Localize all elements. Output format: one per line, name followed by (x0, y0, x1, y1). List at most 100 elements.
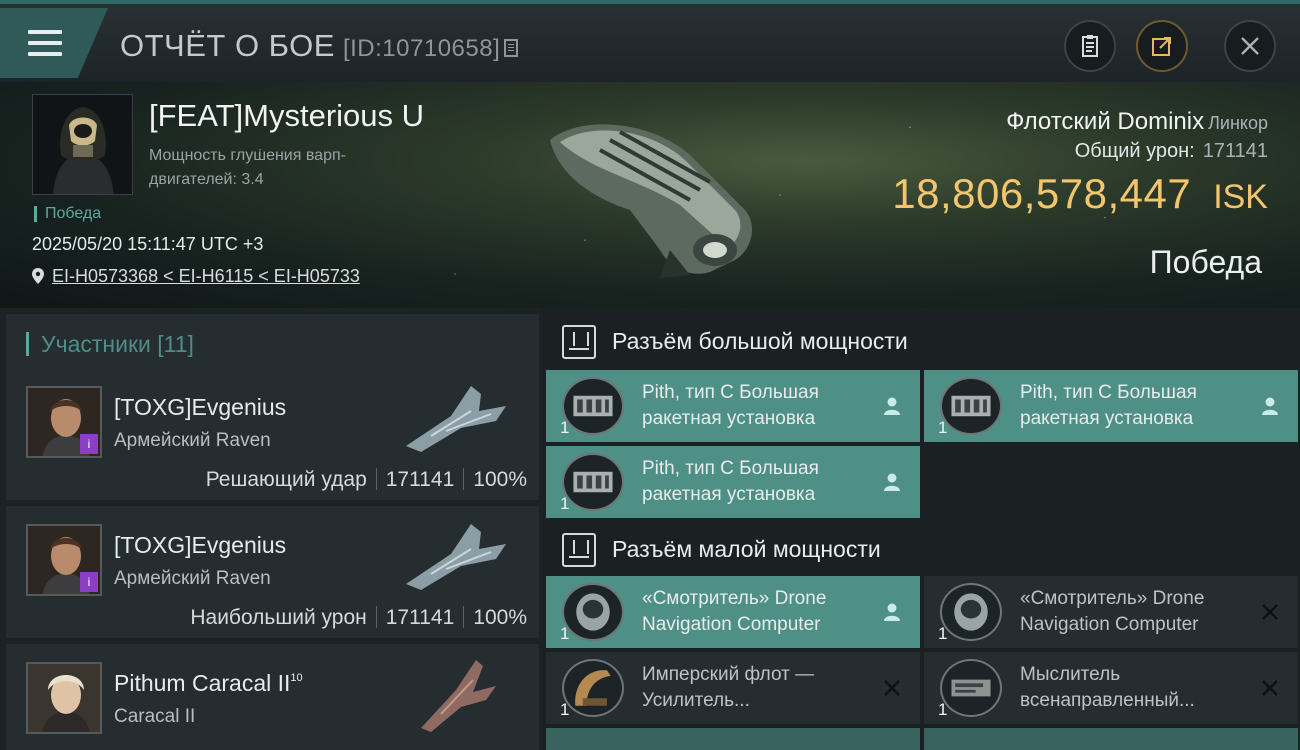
module-name: Pith, тип C Большая ракетная установка (642, 458, 819, 505)
victim-ship-image (550, 124, 753, 278)
module-quantity: 1 (938, 700, 948, 719)
isk-amount: 18,806,578,447 (892, 170, 1192, 217)
share-button[interactable] (1136, 20, 1188, 72)
top-bar: ОТЧЁТ О БОЕ [ID:10710658] (0, 0, 1300, 82)
victim-portrait[interactable] (32, 94, 133, 195)
participant-ship: Армейский Raven (114, 568, 271, 589)
module-name: Pith, тип C Большая ракетная установка (642, 382, 819, 429)
pilot-avatar (33, 95, 132, 194)
corp-badge-icon: i (80, 572, 98, 592)
participant-damage: 171141 (385, 606, 455, 629)
low-slot-icon (562, 533, 596, 567)
divider (463, 606, 465, 628)
kill-datetime: 2025/05/20 15:11:47 UTC +3 (32, 234, 264, 254)
module-quantity: 1 (938, 418, 948, 437)
total-damage-value: 171141 (1202, 140, 1268, 162)
thinker-module-icon (940, 659, 1002, 717)
high-slot-title: Разъём большой мощности (612, 328, 908, 354)
participant-level: 10 (290, 672, 303, 684)
participant-portrait (28, 664, 100, 732)
total-damage: Общий урон: 171141 (1075, 140, 1268, 163)
launcher-module-icon (562, 453, 624, 511)
module-quantity: 1 (560, 418, 570, 437)
participant-card[interactable]: i [TOXG]Evgenius Армейский Raven Наиболь… (6, 506, 539, 638)
participant-name: [TOXG]Evgenius (114, 532, 287, 558)
module-quantity: 1 (560, 494, 570, 513)
low-slot-section-header: Разъём малой мощности (542, 520, 1300, 578)
victory-tag: Победа (34, 206, 101, 222)
isk-value: 18,806,578,447 ISK (892, 170, 1268, 218)
fitted-person-icon (1262, 397, 1278, 415)
battle-outcome: Победа (1149, 244, 1262, 280)
module-name: Мыслитель всенаправленный... (1020, 664, 1195, 711)
module-slot[interactable]: 1 Pith, тип C Большая ракетная установка (546, 370, 920, 442)
participant-avatar: i (26, 524, 102, 596)
participant-damage: 171141 (385, 468, 455, 491)
participant-ship: Армейский Raven (114, 430, 271, 451)
destroyed-x-icon (1262, 604, 1278, 620)
module-name: «Смотритель» Drone Navigation Computer (1020, 588, 1205, 635)
page-title-text: ОТЧЁТ О БОЕ (120, 28, 335, 63)
fitted-person-icon (884, 473, 900, 491)
module-slot[interactable]: 1 Pith, тип C Большая ракетная установка (924, 370, 1298, 442)
divider (375, 468, 377, 490)
module-slot[interactable]: 1 Pith, тип C Большая ракетная установка (546, 446, 920, 518)
module-name: «Смотритель» Drone Navigation Computer (642, 588, 827, 635)
fitted-person-icon (884, 397, 900, 415)
kill-location-link[interactable]: EI-H0573368 < EI-H6115 < EI-H05733 (32, 266, 360, 287)
module-slot-partial[interactable] (924, 728, 1298, 750)
participant-card[interactable]: i [TOXG]Evgenius Армейский Raven Решающи… (6, 368, 539, 500)
copy-icon[interactable] (504, 39, 519, 57)
module-name: Pith, тип C Большая ракетная установка (1020, 382, 1197, 429)
module-slot[interactable]: 1 Мыслитель всенаправленный... (924, 652, 1298, 724)
drone-computer-module-icon (940, 583, 1002, 641)
clipboard-button[interactable] (1064, 20, 1116, 72)
participant-name-text: Pithum Caracal II (114, 670, 291, 696)
module-quantity: 1 (938, 624, 948, 643)
hamburger-icon-bar (28, 52, 62, 56)
high-slot-icon (562, 325, 596, 359)
kill-summary: [FEAT]Mysterious U Мощность глушения вар… (0, 82, 1300, 308)
victim-name[interactable]: [FEAT]Mysterious U (149, 98, 424, 134)
report-id: [ID:10710658] (342, 35, 501, 62)
victim-ship[interactable]: Флотский Dominix Линкор (1006, 108, 1268, 136)
module-name: Имперский флот — Усилитель... (642, 664, 815, 711)
participant-stats: Наибольший урон 171141 100% (190, 606, 527, 630)
module-slot-partial[interactable] (546, 728, 920, 750)
module-slot[interactable]: 1 «Смотритель» Drone Navigation Computer (546, 576, 920, 648)
fitted-person-icon (884, 603, 900, 621)
launcher-module-icon (940, 377, 1002, 435)
share-icon (1152, 37, 1171, 56)
participant-percent: 100% (473, 468, 527, 491)
clipboard-icon (1082, 35, 1098, 57)
location-pin-icon (32, 268, 44, 284)
participant-ship-image (421, 660, 496, 732)
module-quantity: 1 (560, 624, 570, 643)
location-text: EI-H0573368 < EI-H6115 < EI-H05733 (52, 266, 360, 286)
victim-ship-class: Линкор (1208, 113, 1268, 133)
high-slot-section-header: Разъём большой мощности (542, 312, 1300, 370)
corp-badge-icon: i (80, 434, 98, 454)
hamburger-icon (28, 30, 62, 34)
warp-scramble-strength: Мощность глушения варп-двигателей: 3.4 (149, 147, 346, 188)
destroyed-x-icon (884, 680, 900, 696)
participants-heading: Участники [11] (26, 332, 194, 356)
destroyed-x-icon (1262, 680, 1278, 696)
participant-ship-image (406, 386, 506, 452)
fitting-panel: Разъём большой мощности 1 Pith, тип C Бо… (542, 308, 1300, 750)
participant-role: Решающий удар (205, 468, 367, 491)
victim-ship-name: Флотский Dominix (1006, 108, 1205, 135)
participant-ship: Caracal II (114, 706, 196, 727)
participant-ship-image (406, 524, 506, 590)
module-slot[interactable]: 1 Имперский флот — Усилитель... (546, 652, 920, 724)
participant-percent: 100% (473, 606, 527, 629)
drone-computer-module-icon (562, 583, 624, 641)
participant-stats: Решающий удар 171141 100% (206, 468, 527, 492)
participants-panel: Участники [11] i [TOXG]Evgenius Армейски… (0, 308, 542, 750)
close-button[interactable] (1224, 20, 1276, 72)
close-icon (1241, 37, 1259, 55)
module-slot[interactable]: 1 «Смотритель» Drone Navigation Computer (924, 576, 1298, 648)
participant-card[interactable]: Pithum Caracal II10 Caracal II (6, 644, 539, 750)
participants-header[interactable]: Участники [11] (6, 314, 539, 372)
menu-button[interactable] (0, 8, 108, 78)
